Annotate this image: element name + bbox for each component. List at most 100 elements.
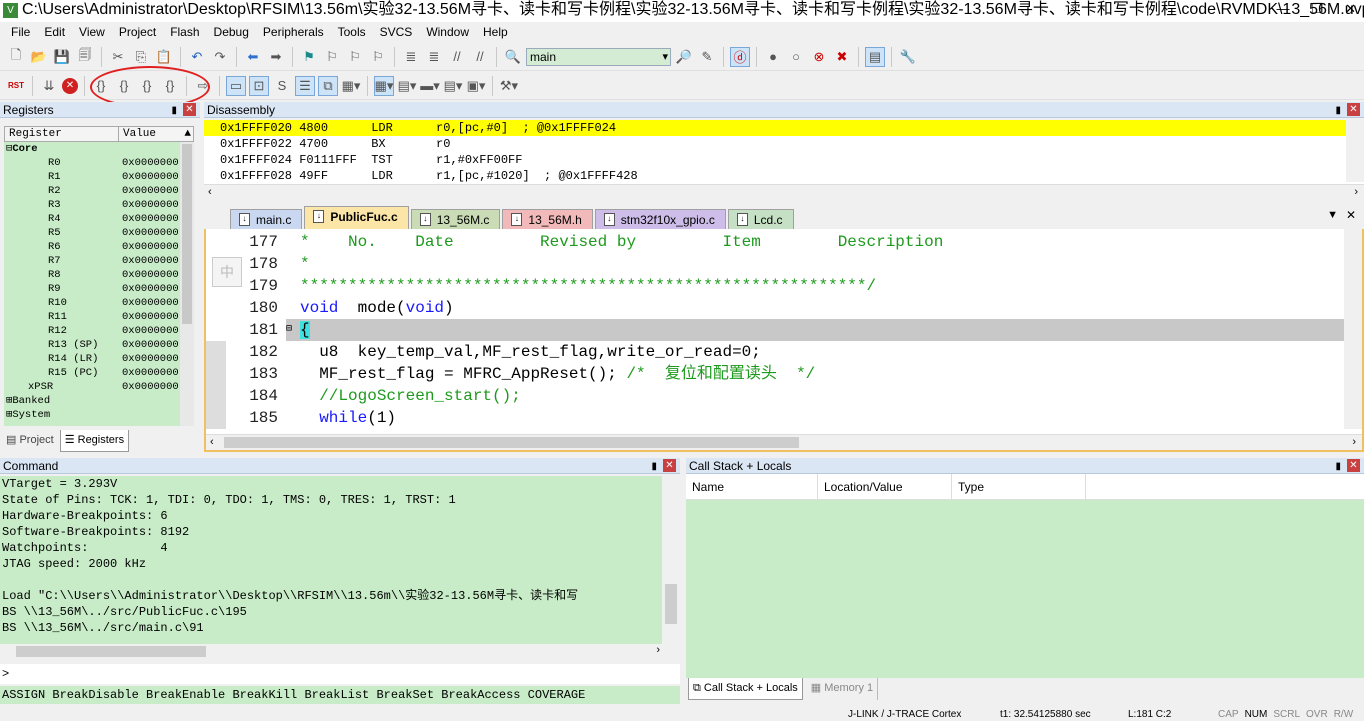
register-row[interactable]: R14 (LR) 0x0000000 xyxy=(4,352,180,366)
menu-help[interactable]: Help xyxy=(476,22,515,42)
disassembly-hscroll[interactable]: ‹ › xyxy=(204,184,1364,200)
tree-group[interactable]: ⊞ System xyxy=(4,408,180,422)
find-combo[interactable]: main xyxy=(526,47,671,66)
close-command-icon[interactable]: ✕ xyxy=(663,459,676,472)
menu-project[interactable]: Project xyxy=(112,22,163,42)
expand-icon[interactable]: ⊞ xyxy=(4,394,12,408)
column-register[interactable]: Register xyxy=(5,127,119,141)
unindent-icon[interactable]: ≣ xyxy=(424,47,444,67)
undo-icon[interactable]: ↶ xyxy=(187,47,207,67)
code-line[interactable]: 179 *************************************… xyxy=(206,275,1344,297)
kill-breakpoints-icon[interactable]: ✖ xyxy=(832,47,852,67)
tab-13_56m-c[interactable]: ↓ 13_56M.c xyxy=(410,209,501,229)
close-button[interactable]: ✕ xyxy=(1345,0,1356,18)
register-value[interactable]: 0x0000000 xyxy=(122,366,179,380)
disable-breakpoints-icon[interactable]: ⊗ xyxy=(809,47,829,67)
code-line[interactable]: 185 while(1) xyxy=(206,407,1344,429)
code-line[interactable]: 180 void mode(void) xyxy=(206,297,1344,319)
editor-hscroll[interactable]: ‹ › xyxy=(206,434,1362,450)
system-viewer-icon[interactable]: ▣▾ xyxy=(466,76,486,96)
code-line[interactable]: 183 MF_rest_flag = MFRC_AppReset(); /* 复… xyxy=(206,363,1344,385)
command-hscroll[interactable]: › xyxy=(0,644,680,660)
menu-flash[interactable]: Flash xyxy=(163,22,206,42)
column-type[interactable]: Type xyxy=(952,474,1086,499)
close-registers-icon[interactable]: ✕ xyxy=(183,103,196,116)
editor-vscroll[interactable] xyxy=(1344,229,1362,429)
code-line[interactable]: 184 //LogoScreen_start(); xyxy=(206,385,1344,407)
close-callstack-icon[interactable]: ✕ xyxy=(1347,459,1360,472)
menu-peripherals[interactable]: Peripherals xyxy=(256,22,331,42)
tab-main-c[interactable]: ↓ main.c xyxy=(230,209,303,229)
menu-tools[interactable]: Tools xyxy=(331,22,373,42)
paste-icon[interactable]: 📋 xyxy=(154,47,174,67)
register-row[interactable]: R11 0x0000000 xyxy=(4,310,180,324)
symbols-window-icon[interactable]: S xyxy=(272,76,292,96)
menu-edit[interactable]: Edit xyxy=(37,22,72,42)
register-row[interactable]: R12 0x0000000 xyxy=(4,324,180,338)
collapse-icon[interactable]: ⊟ xyxy=(4,142,12,156)
run-icon[interactable]: ⇊ xyxy=(39,76,59,96)
code-editor[interactable]: 177 * No. Date Revised by Item Descriptio… xyxy=(204,229,1364,452)
memory-window-icon[interactable]: ▦▾ xyxy=(374,75,394,96)
column-name[interactable]: Name xyxy=(686,474,818,499)
register-value[interactable]: 0x0000000 xyxy=(122,240,179,254)
menu-window[interactable]: Window xyxy=(419,22,476,42)
restore-button[interactable]: ❐ xyxy=(1311,0,1323,18)
column-value[interactable]: Value xyxy=(119,127,156,141)
serial-window-icon[interactable]: ▤▾ xyxy=(397,76,417,96)
register-value[interactable]: 0x0000000 xyxy=(122,282,179,296)
menu-debug[interactable]: Debug xyxy=(207,22,256,42)
register-row[interactable]: R7 0x0000000 xyxy=(4,254,180,268)
comment-icon[interactable]: // xyxy=(447,47,467,67)
register-value[interactable]: 0x0000000 xyxy=(122,296,179,310)
pin-icon[interactable]: ▮ xyxy=(1335,103,1341,119)
register-row[interactable]: R5 0x0000000 xyxy=(4,226,180,240)
pin-icon[interactable]: ▮ xyxy=(1335,459,1341,475)
back-icon[interactable]: ⬅ xyxy=(243,47,263,67)
disassembly-line[interactable]: 0x1FFFF024 F0111FFF TST r1,#0xFF00FF xyxy=(204,152,1346,168)
disassembly-line[interactable]: 0x1FFFF022 4700 BX r0 xyxy=(204,136,1346,152)
register-value[interactable]: 0x0000000 xyxy=(122,352,179,366)
disassembly-line[interactable]: 0x1FFFF028 49FF LDR r1,[pc,#1020] ; @0x1… xyxy=(204,168,1346,182)
callstack-window-icon[interactable]: ⧉ xyxy=(318,75,338,96)
code-line[interactable]: 178 * xyxy=(206,253,1344,275)
options-icon[interactable]: 🔧 xyxy=(898,47,918,67)
stop-icon[interactable]: ✕ xyxy=(62,77,78,94)
register-row[interactable]: xPSR 0x0000000 xyxy=(4,380,180,394)
menu-view[interactable]: View xyxy=(72,22,112,42)
expand-icon[interactable]: ⊞ xyxy=(4,408,12,422)
command-input[interactable]: > xyxy=(0,664,680,684)
command-window-icon[interactable]: ▭ xyxy=(226,75,246,96)
disassembly-vscroll[interactable] xyxy=(1346,120,1364,182)
register-value[interactable]: 0x0000000 xyxy=(122,226,179,240)
code-line[interactable]: 177 * No. Date Revised by Item Descriptio… xyxy=(206,231,1344,253)
registers-window-icon[interactable]: ☰ xyxy=(295,75,315,96)
find-icon[interactable]: 🔎 xyxy=(674,47,694,67)
tab-callstack[interactable]: ⧉ Call Stack + Locals xyxy=(688,678,803,700)
tab-publicfuc-c[interactable]: ↓ PublicFuc.c xyxy=(304,206,409,229)
register-row[interactable]: R1 0x0000000 xyxy=(4,170,180,184)
register-row[interactable]: R9 0x0000000 xyxy=(4,282,180,296)
minimize-button[interactable]: — xyxy=(1276,0,1289,18)
register-row[interactable]: R15 (PC) 0x0000000 xyxy=(4,366,180,380)
clear-bookmarks-icon[interactable]: ⚐ xyxy=(368,47,388,67)
register-row[interactable]: R10 0x0000000 xyxy=(4,296,180,310)
prev-bookmark-icon[interactable]: ⚐ xyxy=(322,47,342,67)
close-editor-icon[interactable]: ✕ xyxy=(1346,208,1356,222)
tab-stm32f10x_gpio-c[interactable]: ↓ stm32f10x_gpio.c xyxy=(594,209,726,229)
save-icon[interactable]: 💾 xyxy=(52,47,72,67)
register-row[interactable]: R6 0x0000000 xyxy=(4,240,180,254)
register-value[interactable]: 0x0000000 xyxy=(122,170,179,184)
open-icon[interactable]: 📂 xyxy=(29,47,49,67)
register-row[interactable]: R13 (SP) 0x0000000 xyxy=(4,338,180,352)
register-row[interactable]: R8 0x0000000 xyxy=(4,268,180,282)
disassembly-view[interactable]: 0x1FFFF020 4800 LDR r0,[pc,#0] ; @0x1FFF… xyxy=(204,120,1364,200)
tab-registers[interactable]: ☰ Registers xyxy=(59,430,130,452)
menu-svcs[interactable]: SVCS xyxy=(373,22,420,42)
disassembly-window-icon[interactable]: ⊡ xyxy=(249,75,269,96)
register-row[interactable]: R3 0x0000000 xyxy=(4,198,180,212)
column-location[interactable]: Location/Value xyxy=(818,474,952,499)
new-file-icon[interactable]: 🗋 xyxy=(6,47,26,67)
tree-group[interactable]: ⊞ Banked xyxy=(4,394,180,408)
forward-icon[interactable]: ➡ xyxy=(266,47,286,67)
